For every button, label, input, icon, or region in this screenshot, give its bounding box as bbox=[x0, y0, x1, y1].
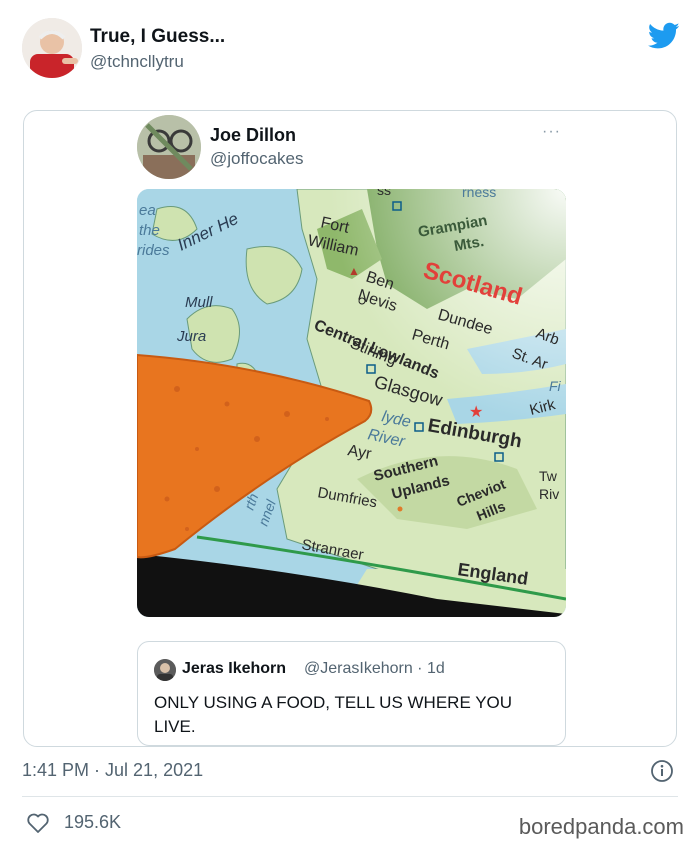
map-label-highland-top: ss bbox=[377, 189, 391, 198]
nested-quote-text: ONLY USING A FOOD, TELL US WHERE YOU LIV… bbox=[154, 693, 513, 736]
map-label-highlands-top-right: rness bbox=[462, 189, 496, 200]
map-label-sea-left-3: rides bbox=[137, 242, 170, 259]
quoted-author-name[interactable]: Joe Dillon bbox=[210, 125, 296, 146]
author-name[interactable]: True, I Guess... bbox=[90, 26, 225, 48]
tweet-photo[interactable]: ★ ▲ ea the rides Inner He Mull Jura ss r… bbox=[137, 189, 566, 617]
map-label-sea-left-1: ea bbox=[139, 202, 156, 219]
watermark: boredpanda.com bbox=[518, 814, 684, 839]
author-handle[interactable]: @tchncllytru bbox=[90, 52, 184, 72]
tweet-header: True, I Guess... @tchncllytru bbox=[22, 14, 682, 84]
svg-text:▲: ▲ bbox=[348, 264, 360, 278]
divider bbox=[22, 796, 678, 797]
quoted-author-handle[interactable]: @joffocakes bbox=[210, 149, 304, 169]
svg-text:★: ★ bbox=[469, 404, 483, 421]
author-avatar[interactable] bbox=[22, 18, 82, 78]
nested-author-name[interactable]: Jeras Ikehorn bbox=[182, 660, 286, 678]
like-count: 195.6K bbox=[64, 812, 122, 832]
map-label-sea-left-2: the bbox=[139, 222, 160, 239]
more-horizontal-icon[interactable]: ··· bbox=[542, 123, 561, 141]
info-icon[interactable] bbox=[650, 759, 674, 783]
map-label-fif: Fi bbox=[549, 378, 562, 394]
map-label-mull: Mull bbox=[185, 294, 213, 311]
map-label-tweed-1: Tw bbox=[539, 468, 558, 484]
nested-author-avatar[interactable] bbox=[154, 659, 176, 681]
quoted-tweet-card[interactable]: Joe Dillon @joffocakes ··· ★ ▲ ea the ri… bbox=[23, 110, 677, 747]
heart-icon[interactable] bbox=[26, 812, 50, 834]
twitter-bird-icon[interactable] bbox=[648, 22, 680, 50]
nested-author-handle-time: @JerasIkehorn · 1d bbox=[304, 660, 445, 677]
quoted-author-avatar[interactable] bbox=[137, 115, 201, 179]
tweet-timestamp[interactable]: 1:41 PM · Jul 21, 2021 bbox=[22, 760, 203, 781]
map-label-tweed-2: Riv bbox=[539, 486, 559, 502]
nested-quote-card[interactable]: Jeras Ikehorn @JerasIkehorn · 1d ONLY US… bbox=[137, 641, 566, 746]
map-label-jura: Jura bbox=[176, 328, 206, 345]
